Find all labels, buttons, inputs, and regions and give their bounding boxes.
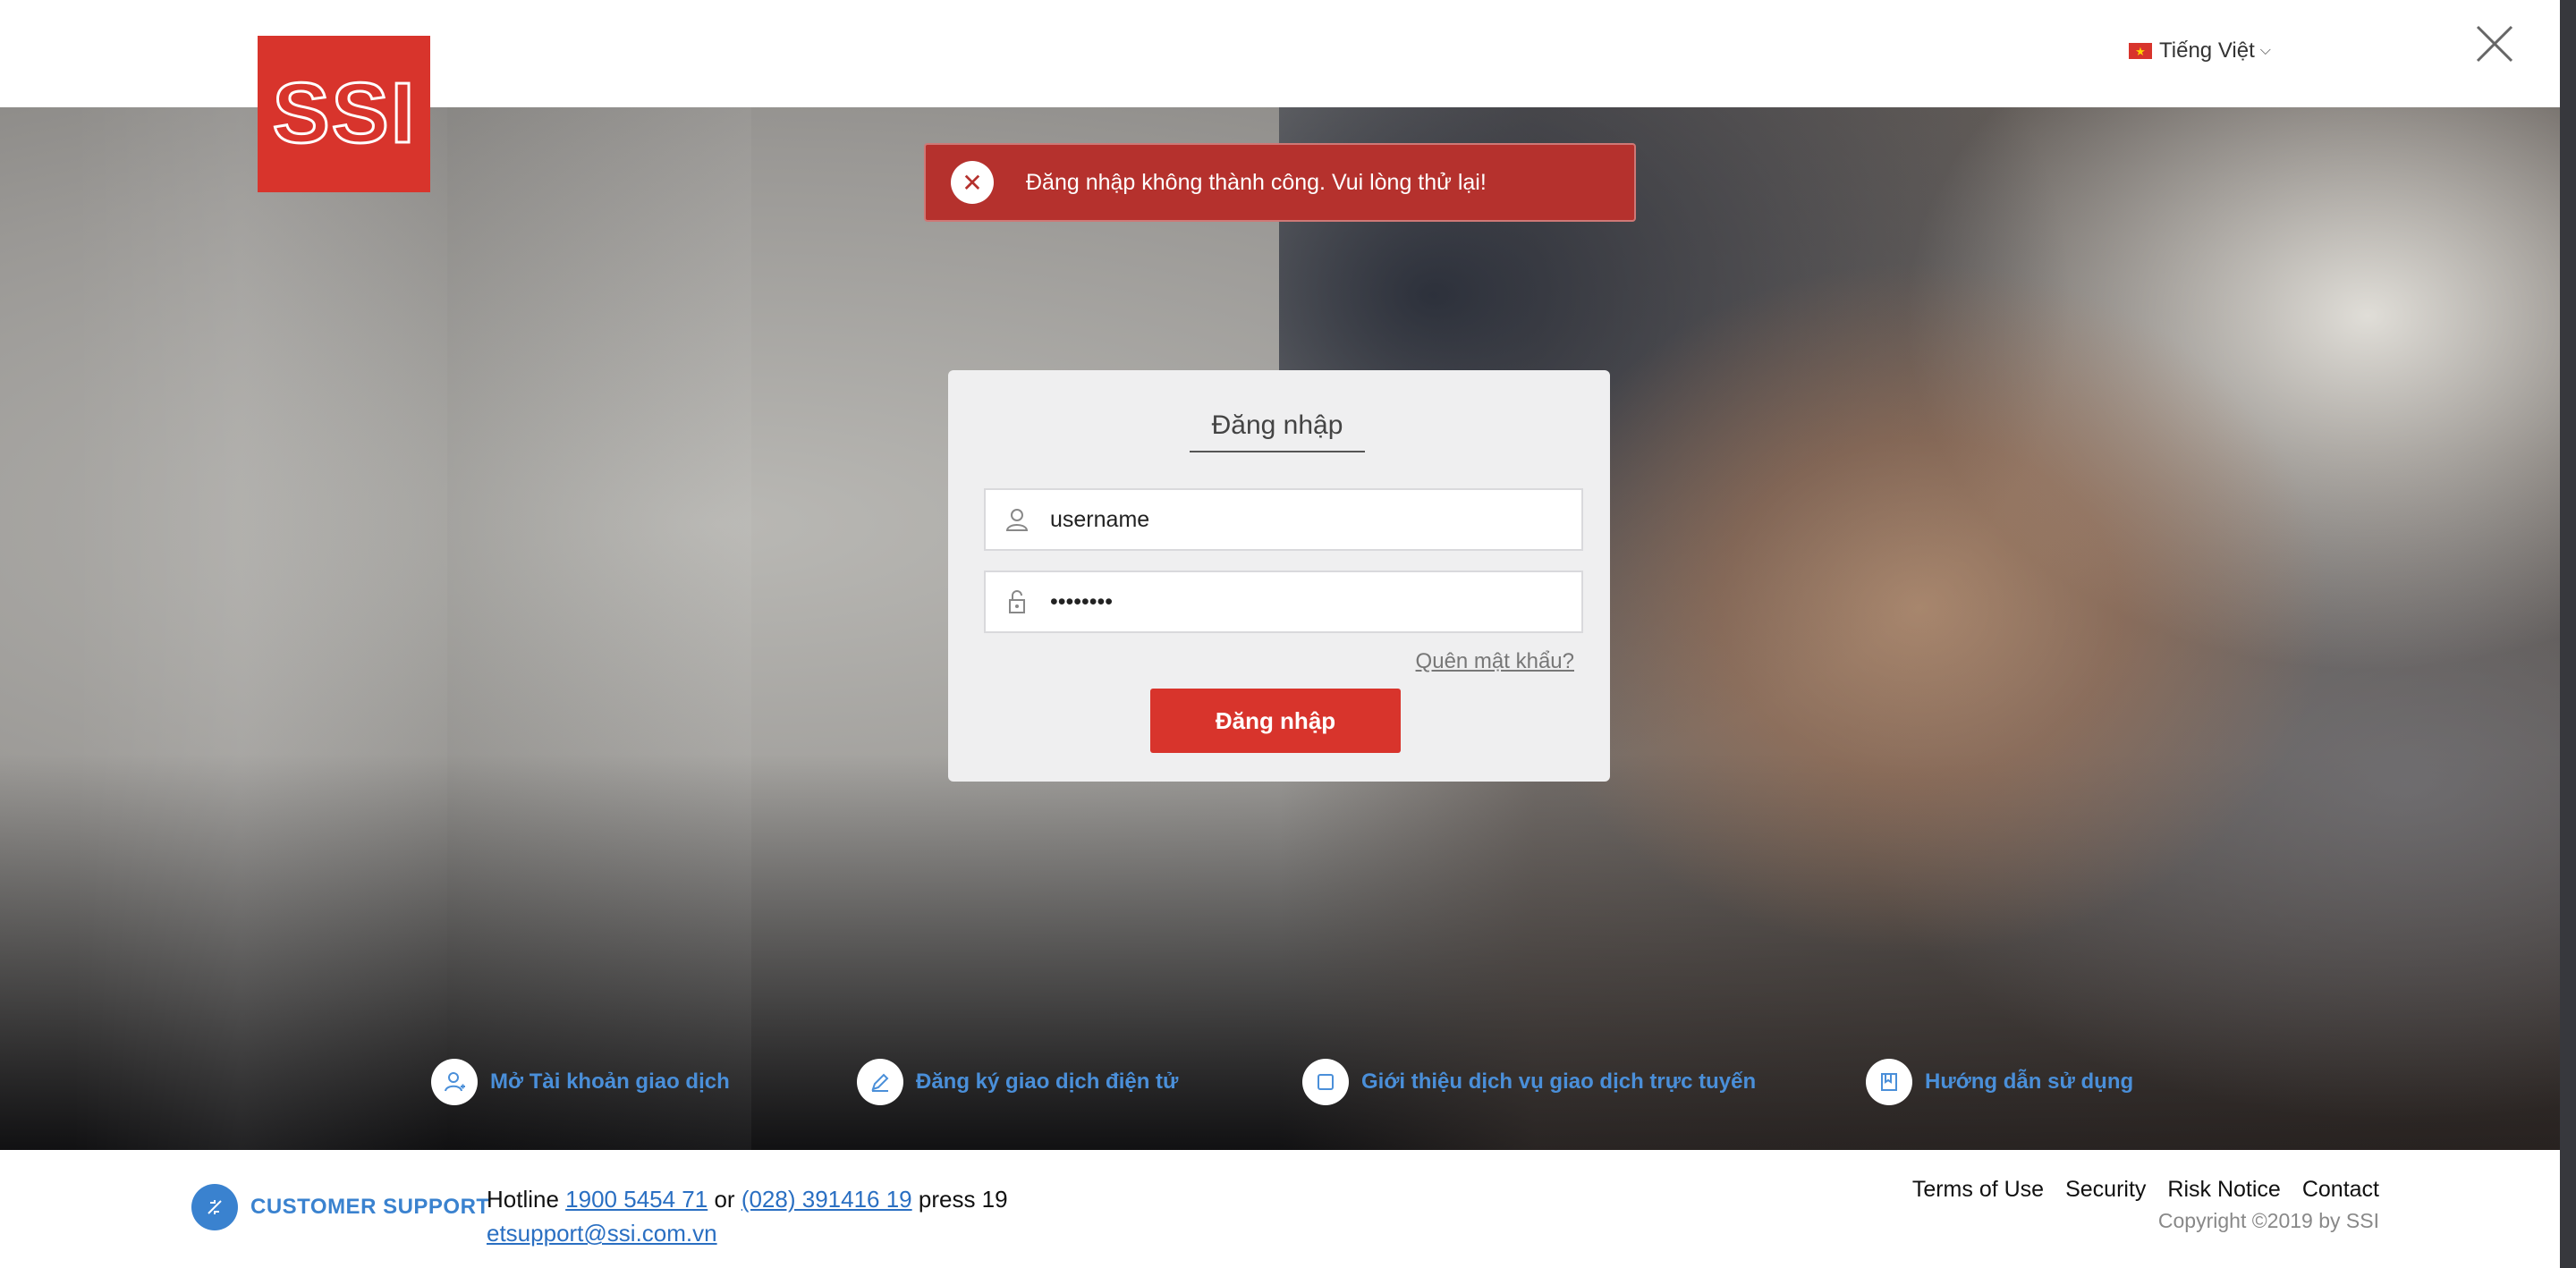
close-button[interactable] (2474, 23, 2515, 64)
password-input[interactable] (1048, 588, 1581, 616)
logo-text: SSI (273, 65, 416, 161)
copyright: Copyright ©2019 by SSI (2157, 1209, 2379, 1232)
hotline-number-link[interactable]: 1900 5454 71 (565, 1186, 708, 1213)
quick-link-open-account[interactable]: Mở Tài khoản giao dịch (431, 1059, 730, 1105)
quick-link-user-guide[interactable]: Hướng dẫn sử dụng (1866, 1059, 2133, 1105)
lock-icon (1009, 590, 1025, 613)
login-card: Đăng nhập Quên mật khẩu? Đăng nhập (948, 370, 1610, 782)
hotline-prefix: Hotline (487, 1186, 559, 1213)
contact-link[interactable]: Contact (2302, 1177, 2379, 1203)
close-icon (2476, 25, 2513, 63)
support-email-link[interactable]: etsupport@ssi.com.vn (487, 1220, 717, 1247)
hotline-info: Hotline 1900 5454 71 or (028) 391416 19 … (487, 1182, 1008, 1216)
guide-book-icon (1866, 1059, 1912, 1105)
customer-support-title: CUSTOMER SUPPORT (250, 1195, 490, 1219)
username-field[interactable] (984, 488, 1583, 551)
terms-of-use-link[interactable]: Terms of Use (1912, 1177, 2044, 1203)
security-link[interactable]: Security (2065, 1177, 2146, 1203)
quick-link-online-service-intro[interactable]: Giới thiệu dịch vụ giao dịch trực tuyến (1302, 1059, 1756, 1105)
quick-link-label: Đăng ký giao dịch điện tử (916, 1069, 1179, 1094)
login-button[interactable]: Đăng nhập (1150, 689, 1401, 753)
hotline-number-link[interactable]: (028) 391416 19 (741, 1186, 912, 1213)
pencil-icon (857, 1059, 903, 1105)
ssi-logo[interactable]: SSI (258, 36, 430, 192)
quick-link-label: Giới thiệu dịch vụ giao dịch trực tuyến (1361, 1069, 1757, 1094)
password-field[interactable] (984, 571, 1583, 633)
square-icon (1302, 1059, 1349, 1105)
forgot-password-link[interactable]: Quên mật khẩu? (1416, 649, 1574, 674)
quick-link-label: Mở Tài khoản giao dịch (490, 1069, 730, 1094)
footer-links: Terms of Use Security Risk Notice Contac… (1912, 1177, 2379, 1203)
login-title: Đăng nhập (1190, 410, 1365, 452)
phone-support-icon (191, 1184, 238, 1230)
ssi-logo-mark: SSI (273, 65, 416, 163)
risk-notice-link[interactable]: Risk Notice (2167, 1177, 2280, 1203)
user-icon (1005, 509, 1029, 531)
quick-link-label: Hướng dẫn sử dụng (1925, 1069, 2134, 1094)
quick-link-e-trading-register[interactable]: Đăng ký giao dịch điện tử (857, 1059, 1178, 1105)
language-label: Tiếng Việt (2159, 38, 2255, 63)
language-selector[interactable]: ★ Tiếng Việt ⌵ (2129, 36, 2271, 66)
chevron-down-icon: ⌵ (2259, 43, 2271, 58)
hotline-or: or (714, 1186, 735, 1213)
support-email: etsupport@ssi.com.vn (487, 1216, 717, 1250)
error-x-icon[interactable]: ✕ (951, 161, 994, 204)
error-message: Đăng nhập không thành công. Vui lòng thử… (1026, 169, 1487, 195)
footer: CUSTOMER SUPPORT Hotline 1900 5454 71 or… (0, 1150, 2560, 1268)
username-input[interactable] (1048, 505, 1581, 534)
quick-links-bar: Mở Tài khoản giao dịch Đăng ký giao dịch… (0, 1059, 2560, 1112)
vietnam-flag-icon: ★ (2129, 43, 2152, 59)
add-user-icon (431, 1059, 478, 1105)
hotline-suffix: press 19 (918, 1186, 1008, 1213)
window-edge (2560, 0, 2576, 1268)
error-alert: ✕ Đăng nhập không thành công. Vui lòng t… (924, 143, 1636, 222)
